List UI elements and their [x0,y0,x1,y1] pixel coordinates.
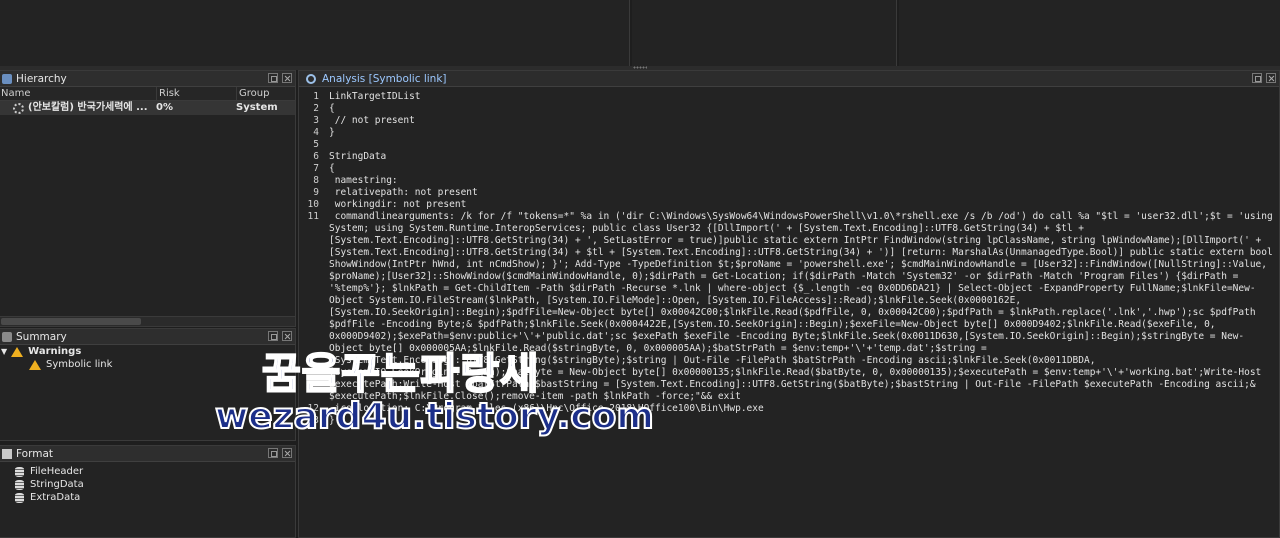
row-group: System [236,102,278,113]
watermark-title: 꿈을꾸는파랑새 [261,348,540,399]
code-line: 2{ [299,103,1279,115]
summary-title: Summary [16,330,67,343]
summary-icon [2,331,12,342]
code-line: 4} [299,127,1279,139]
watermark-url: wezard4u.tistory.com [214,395,655,438]
analysis-panel: Analysis [Symbolic link] 1 LinkTargetIDLi… [298,70,1280,538]
line-number: 8 [313,175,319,186]
line-number: 5 [313,139,319,150]
hierarchy-icon [2,73,12,84]
hierarchy-row[interactable]: (안보칼럼) 반국가세력에 ... 0% System [0,101,295,115]
line-number: 2 [313,103,319,114]
hierarchy-header: Hierarchy [0,71,295,87]
line-text: StringData [329,151,387,162]
code-view[interactable]: 1 LinkTargetIDList 2{3 // not present 4} 5 6 S… [299,91,1279,537]
line-number: 6 [313,151,319,162]
line-text [329,139,1274,151]
code-line: 6 StringData [299,151,1279,163]
line-number: 1 [313,91,319,102]
code-line: 1 LinkTargetIDList [299,91,1279,103]
close-icon[interactable] [282,73,292,83]
close-icon[interactable] [1266,73,1276,83]
symbolic-link-item[interactable]: Symbolic link [0,358,295,371]
database-icon [15,492,24,503]
code-line: 9 relativepath: not present [299,187,1279,199]
column-group[interactable]: Group [237,87,295,100]
database-icon [15,479,24,490]
code-line: 5 [299,139,1279,151]
format-item-fileheader[interactable]: FileHeader [0,465,295,478]
horizontal-scrollbar[interactable] [0,316,295,326]
format-item-stringdata[interactable]: StringData [0,478,295,491]
code-line: 3 // not present [299,115,1279,127]
line-text: LinkTargetIDList [329,91,421,102]
line-number: 4 [313,127,319,138]
column-risk[interactable]: Risk [157,87,237,100]
line-text: namestring: [329,175,398,186]
summary-header: Summary [0,329,295,345]
row-risk: 0% [156,102,173,113]
warning-icon [11,346,24,357]
line-number: 9 [313,187,319,198]
chevron-down-icon[interactable]: ▼ [1,347,7,356]
line-text: relativepath: not present [329,187,478,198]
warning-icon [29,359,41,370]
top-right-pane [899,0,1280,66]
gear-icon [13,102,24,114]
format-panel: Format FileHeader StringData ExtraData [0,445,296,538]
line-number: 7 [313,163,319,174]
maximize-icon[interactable] [268,448,278,458]
top-middle-pane [632,0,897,66]
warnings-label: Warnings [28,346,82,357]
analysis-header: Analysis [Symbolic link] [299,71,1279,87]
hierarchy-title: Hierarchy [16,72,67,85]
format-icon [2,448,12,459]
symbolic-link-label: Symbolic link [46,359,113,370]
format-item-label: ExtraData [30,492,81,503]
database-icon [15,466,24,477]
code-line: 7{ [299,163,1279,175]
code-line: 8 namestring: [299,175,1279,187]
line-text: { [329,103,335,114]
line-text: workingdir: not present [329,199,467,210]
format-item-label: FileHeader [30,466,84,477]
maximize-icon[interactable] [1252,73,1262,83]
line-text: } [329,127,335,138]
hierarchy-panel: Hierarchy Name Risk Group (안보칼럼) 반국가세력에 … [0,70,296,327]
line-text: // not present [329,115,415,126]
warnings-group[interactable]: ▼ Warnings [0,345,295,358]
row-name: (안보칼럼) 반국가세력에 ... [28,102,148,113]
hierarchy-columns: Name Risk Group [0,87,295,101]
close-icon[interactable] [282,448,292,458]
format-title: Format [16,447,54,460]
format-item-extradata[interactable]: ExtraData [0,491,295,504]
search-icon [306,73,316,84]
line-text: { [329,163,335,174]
column-name[interactable]: Name [0,87,157,100]
line-number: 3 [313,115,319,126]
maximize-icon[interactable] [268,73,278,83]
line-number: 10 [307,199,319,210]
analysis-title: Analysis [Symbolic link] [322,72,447,85]
format-item-label: StringData [30,479,84,490]
format-header: Format [0,446,295,462]
top-left-pane [0,0,630,66]
code-line: 10 workingdir: not present [299,199,1279,211]
